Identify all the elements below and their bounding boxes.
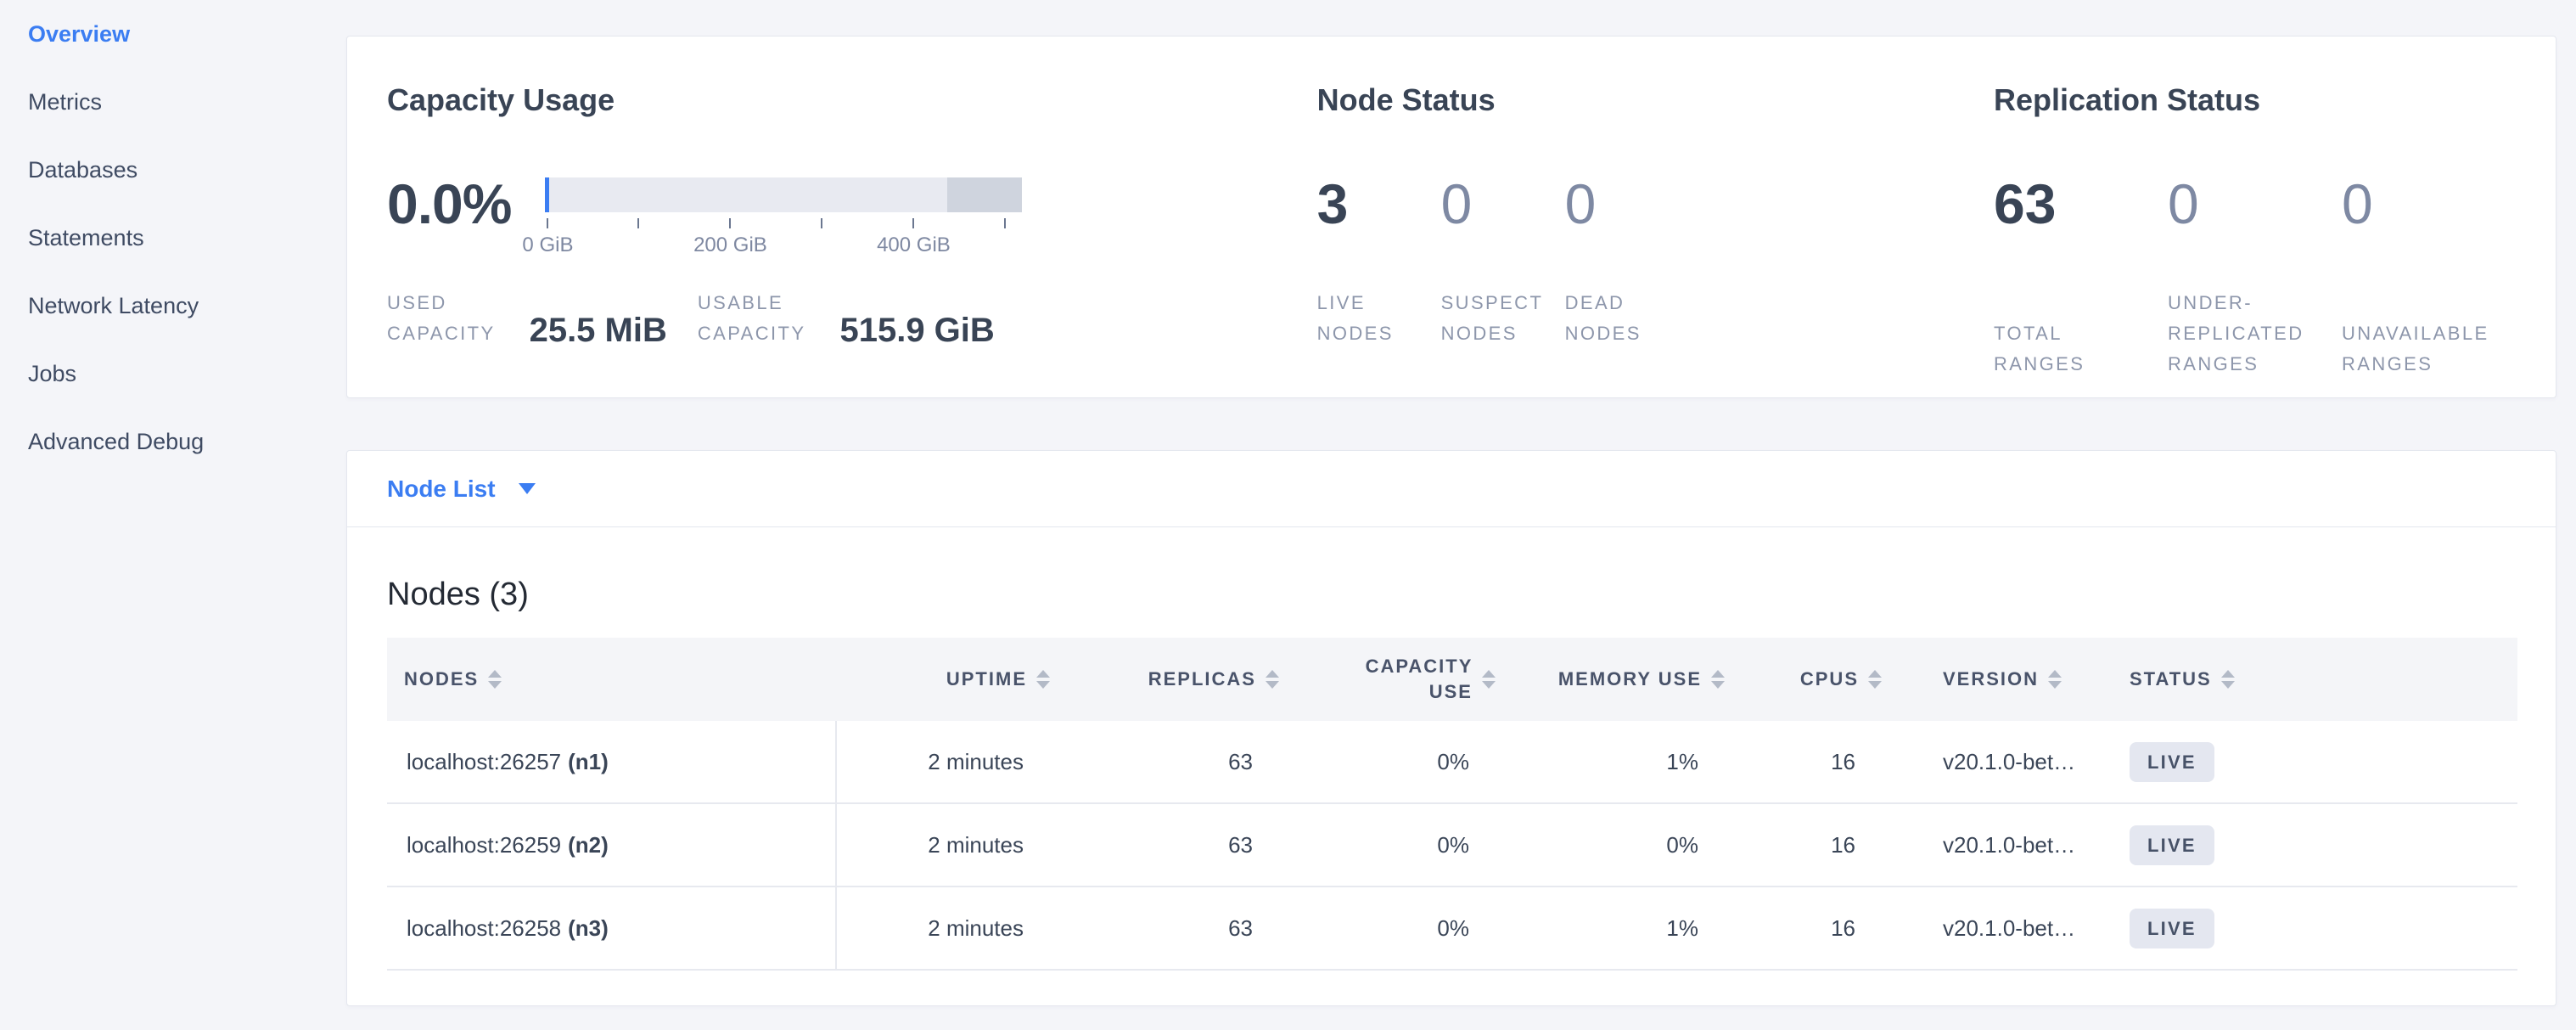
memory-use-cell: 0% [1507, 804, 1737, 886]
capacity-usage-title: Capacity Usage [387, 82, 1317, 119]
uptime-cell: 2 minutes [837, 721, 1062, 802]
table-row-node-3[interactable]: localhost:26258 (n3) 2 minutes 63 0% 1% … [387, 887, 2517, 971]
unavailable-ranges-label: UNAVAILABLE RANGES [2342, 318, 2489, 380]
status-cell: LIVE [2106, 887, 2517, 969]
node-address-cell[interactable]: localhost:26259 (n2) [387, 804, 837, 886]
column-header-memory-use[interactable]: MEMORY USE [1507, 638, 1737, 721]
sort-icon[interactable] [1711, 670, 1725, 689]
uptime-cell: 2 minutes [837, 804, 1062, 886]
chevron-down-icon[interactable] [519, 483, 536, 494]
used-capacity-stat: USED CAPACITY 25.5 MiB [387, 288, 667, 349]
node-list-panel: Node List Nodes (3) NODES UPTIME [346, 450, 2556, 1006]
node-address-cell[interactable]: localhost:26257 (n1) [387, 721, 837, 802]
used-capacity-value: 25.5 MiB [530, 312, 667, 349]
suspect-nodes-label: SUSPECT NODES [1441, 288, 1543, 349]
table-row-node-1[interactable]: localhost:26257 (n1) 2 minutes 63 0% 1% … [387, 721, 2517, 804]
gauge-tick-label-200: 200 GiB [693, 234, 767, 257]
main-content: Capacity Usage 0.0% [346, 0, 2556, 1006]
sidebar-item-network-latency[interactable]: Network Latency [28, 272, 346, 340]
dead-nodes-count: 0 [1565, 171, 1689, 237]
cpus-cell: 16 [1737, 804, 1894, 886]
column-header-replicas[interactable]: REPLICAS [1062, 638, 1291, 721]
table-row-node-2[interactable]: localhost:26259 (n2) 2 minutes 63 0% 0% … [387, 804, 2517, 887]
unavailable-ranges-count: 0 [2342, 171, 2516, 237]
gauge-tick-label-400: 400 GiB [877, 234, 951, 257]
replicas-cell: 63 [1062, 804, 1291, 886]
live-nodes-count: 3 [1317, 171, 1441, 237]
replication-status-title: Replication Status [1994, 82, 2516, 119]
cluster-overview-panel: Capacity Usage 0.0% [346, 36, 2556, 398]
capacity-gauge-bar [545, 177, 1022, 212]
column-header-status[interactable]: STATUS [2106, 638, 2517, 721]
capacity-usage-section: Capacity Usage 0.0% [387, 82, 1317, 397]
version-cell: v20.1.0-bet… [1894, 887, 2106, 969]
nodes-table-header: NODES UPTIME REPLICAS CAPACITY USE [387, 638, 2517, 721]
status-badge: LIVE [2130, 825, 2214, 865]
capacity-use-cell: 0% [1291, 887, 1507, 969]
status-badge: LIVE [2130, 742, 2214, 782]
status-cell: LIVE [2106, 804, 2517, 886]
column-header-uptime[interactable]: UPTIME [837, 638, 1062, 721]
sort-icon[interactable] [2221, 670, 2235, 689]
sidebar-item-overview[interactable]: Overview [28, 0, 346, 68]
under-replicated-ranges-label: UNDER-REPLICATED RANGES [2168, 288, 2304, 380]
memory-use-cell: 1% [1507, 887, 1737, 969]
sort-icon[interactable] [488, 670, 502, 689]
sidebar-item-statements[interactable]: Statements [28, 204, 346, 272]
total-ranges-count: 63 [1994, 171, 2168, 237]
cpus-cell: 16 [1737, 721, 1894, 802]
view-selector-bar: Node List [347, 451, 2556, 527]
sidebar-item-advanced-debug[interactable]: Advanced Debug [28, 408, 346, 476]
capacity-gauge-used-segment [545, 177, 549, 212]
usable-capacity-label: USABLE CAPACITY [698, 288, 806, 349]
node-id: (n3) [568, 915, 609, 942]
node-list-dropdown[interactable]: Node List [387, 476, 496, 503]
nodes-count-title: Nodes (3) [387, 575, 2516, 614]
capacity-used-percent: 0.0% [387, 171, 511, 237]
suspect-nodes-count: 0 [1441, 171, 1565, 237]
node-address-cell[interactable]: localhost:26258 (n3) [387, 887, 837, 969]
nodes-table: NODES UPTIME REPLICAS CAPACITY USE [387, 638, 2517, 971]
total-ranges-label: TOTAL RANGES [1994, 318, 2085, 380]
usable-capacity-value: 515.9 GiB [839, 312, 994, 349]
used-capacity-label: USED CAPACITY [387, 288, 496, 349]
live-nodes-label: LIVE NODES [1317, 288, 1394, 349]
sidebar: Overview Metrics Databases Statements Ne… [0, 0, 346, 1030]
sidebar-item-metrics[interactable]: Metrics [28, 68, 346, 136]
dead-nodes-label: DEAD NODES [1565, 288, 1642, 349]
replicas-cell: 63 [1062, 721, 1291, 802]
column-header-nodes[interactable]: NODES [387, 638, 837, 721]
usable-capacity-stat: USABLE CAPACITY 515.9 GiB [698, 288, 995, 349]
node-id: (n2) [568, 832, 609, 858]
column-header-version[interactable]: VERSION [1894, 638, 2106, 721]
under-replicated-ranges-count: 0 [2168, 171, 2342, 237]
node-status-section: Node Status 3 0 0 LIVE NODES SUSPECT NOD… [1317, 82, 1994, 397]
sort-icon[interactable] [1482, 670, 1496, 689]
capacity-gauge-ticks [545, 217, 1022, 230]
sort-icon[interactable] [2048, 670, 2062, 689]
sidebar-item-jobs[interactable]: Jobs [28, 340, 346, 408]
memory-use-cell: 1% [1507, 721, 1737, 802]
sort-icon[interactable] [1868, 670, 1882, 689]
sidebar-item-databases[interactable]: Databases [28, 136, 346, 204]
replication-status-section: Replication Status 63 0 0 TOTAL RANGES U… [1994, 82, 2516, 397]
version-cell: v20.1.0-bet… [1894, 721, 2106, 802]
status-cell: LIVE [2106, 721, 2517, 802]
replicas-cell: 63 [1062, 887, 1291, 969]
capacity-gauge: 0 GiB 200 GiB 400 GiB [545, 171, 1022, 259]
version-cell: v20.1.0-bet… [1894, 804, 2106, 886]
column-header-capacity-use[interactable]: CAPACITY USE [1291, 638, 1507, 721]
sort-icon[interactable] [1266, 670, 1279, 689]
capacity-use-cell: 0% [1291, 804, 1507, 886]
column-header-cpus[interactable]: CPUS [1737, 638, 1894, 721]
capacity-gauge-reserved-segment [947, 177, 1022, 212]
node-status-title: Node Status [1317, 82, 1994, 119]
node-id: (n1) [568, 749, 609, 775]
gauge-tick-label-0: 0 GiB [522, 234, 573, 257]
capacity-use-cell: 0% [1291, 721, 1507, 802]
uptime-cell: 2 minutes [837, 887, 1062, 969]
sort-icon[interactable] [1036, 670, 1050, 689]
cpus-cell: 16 [1737, 887, 1894, 969]
status-badge: LIVE [2130, 909, 2214, 948]
